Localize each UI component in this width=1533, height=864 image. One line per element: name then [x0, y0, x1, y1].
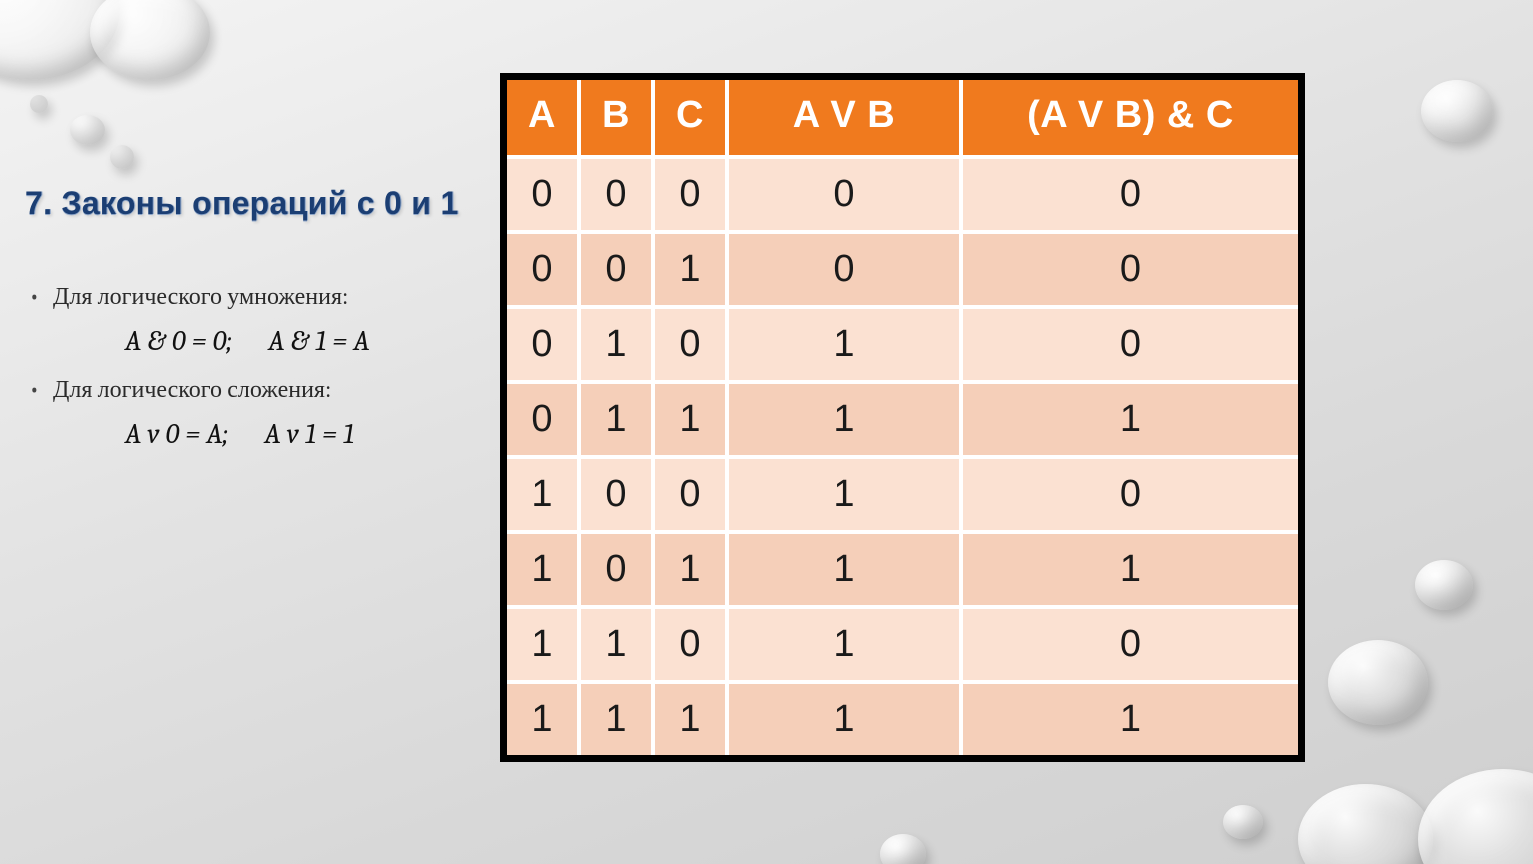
- water-drop-icon: [1418, 769, 1533, 864]
- table-cell: 1: [579, 307, 653, 382]
- table-row: 01111: [507, 382, 1298, 457]
- table-cell: 1: [507, 607, 579, 682]
- table-row: 00000: [507, 157, 1298, 232]
- slide-heading: 7. Законы операций с 0 и 1: [25, 185, 495, 222]
- table-cell: 1: [727, 457, 961, 532]
- bullet-or: Для логического сложения:: [25, 375, 495, 404]
- th-avb: A V B: [727, 80, 961, 157]
- table-cell: 1: [961, 682, 1298, 755]
- water-drop-icon: [1415, 560, 1473, 610]
- formula-or: A v 0 = A; A v 1 = 1: [25, 410, 495, 468]
- table-cell: 0: [961, 157, 1298, 232]
- table-cell: 1: [727, 307, 961, 382]
- table-cell: 0: [961, 307, 1298, 382]
- table-row: 11111: [507, 682, 1298, 755]
- th-expr: (A V B) & C: [961, 80, 1298, 157]
- water-drop-icon: [90, 0, 210, 80]
- formula-or-part1: A v 0 = A;: [125, 418, 228, 450]
- table-cell: 0: [961, 232, 1298, 307]
- table-cell: 0: [653, 307, 727, 382]
- table-cell: 1: [653, 532, 727, 607]
- water-drop-icon: [0, 0, 120, 80]
- water-drop-icon: [1421, 80, 1493, 142]
- water-drop-icon: [1223, 805, 1263, 839]
- table-cell: 1: [507, 457, 579, 532]
- table-cell: 1: [579, 682, 653, 755]
- table-cell: 0: [507, 307, 579, 382]
- table-cell: 0: [961, 607, 1298, 682]
- water-drop-icon: [70, 115, 105, 145]
- table-row: 01010: [507, 307, 1298, 382]
- water-drop-icon: [880, 834, 926, 864]
- table-cell: 0: [727, 232, 961, 307]
- truth-table-frame: A B C A V B (A V B) & C 0000000100010100…: [500, 73, 1305, 762]
- table-cell: 0: [507, 382, 579, 457]
- table-cell: 0: [579, 157, 653, 232]
- table-cell: 1: [727, 382, 961, 457]
- table-cell: 0: [961, 457, 1298, 532]
- table-header-row: A B C A V B (A V B) & C: [507, 80, 1298, 157]
- bullet-and: Для логического умножения:: [25, 282, 495, 311]
- table-cell: 1: [727, 607, 961, 682]
- table-cell: 1: [727, 682, 961, 755]
- table-cell: 0: [727, 157, 961, 232]
- table-cell: 1: [653, 382, 727, 457]
- table-cell: 1: [507, 682, 579, 755]
- water-drop-icon: [1328, 640, 1428, 725]
- table-cell: 1: [727, 532, 961, 607]
- formula-or-part2: A v 1 = 1: [264, 418, 354, 450]
- formula-and-part2: A & 1 = A: [268, 325, 369, 357]
- table-cell: 0: [579, 532, 653, 607]
- table-cell: 1: [961, 382, 1298, 457]
- table-cell: 0: [579, 457, 653, 532]
- th-a: A: [507, 80, 579, 157]
- bullet-or-label: Для логического сложения:: [53, 375, 331, 403]
- table-cell: 0: [653, 457, 727, 532]
- laws-text-block: 7. Законы операций с 0 и 1 Для логическо…: [25, 185, 495, 468]
- slide: 7. Законы операций с 0 и 1 Для логическо…: [0, 0, 1533, 864]
- bullet-and-label: Для логического умножения:: [53, 282, 348, 310]
- water-drop-icon: [1298, 784, 1433, 864]
- table-cell: 1: [579, 382, 653, 457]
- th-b: B: [579, 80, 653, 157]
- table-cell: 0: [653, 607, 727, 682]
- table-cell: 1: [961, 532, 1298, 607]
- table-cell: 1: [507, 532, 579, 607]
- th-c: C: [653, 80, 727, 157]
- water-drop-icon: [30, 95, 48, 113]
- table-row: 10111: [507, 532, 1298, 607]
- truth-table: A B C A V B (A V B) & C 0000000100010100…: [507, 80, 1298, 755]
- table-cell: 1: [579, 607, 653, 682]
- table-cell: 1: [653, 682, 727, 755]
- table-cell: 0: [507, 157, 579, 232]
- water-drop-icon: [110, 145, 134, 169]
- table-row: 00100: [507, 232, 1298, 307]
- table-row: 10010: [507, 457, 1298, 532]
- formula-and: A & 0 = 0; A & 1 = A: [25, 317, 495, 375]
- table-cell: 0: [579, 232, 653, 307]
- table-cell: 0: [653, 157, 727, 232]
- table-cell: 0: [507, 232, 579, 307]
- table-row: 11010: [507, 607, 1298, 682]
- formula-and-part1: A & 0 = 0;: [125, 325, 232, 357]
- table-cell: 1: [653, 232, 727, 307]
